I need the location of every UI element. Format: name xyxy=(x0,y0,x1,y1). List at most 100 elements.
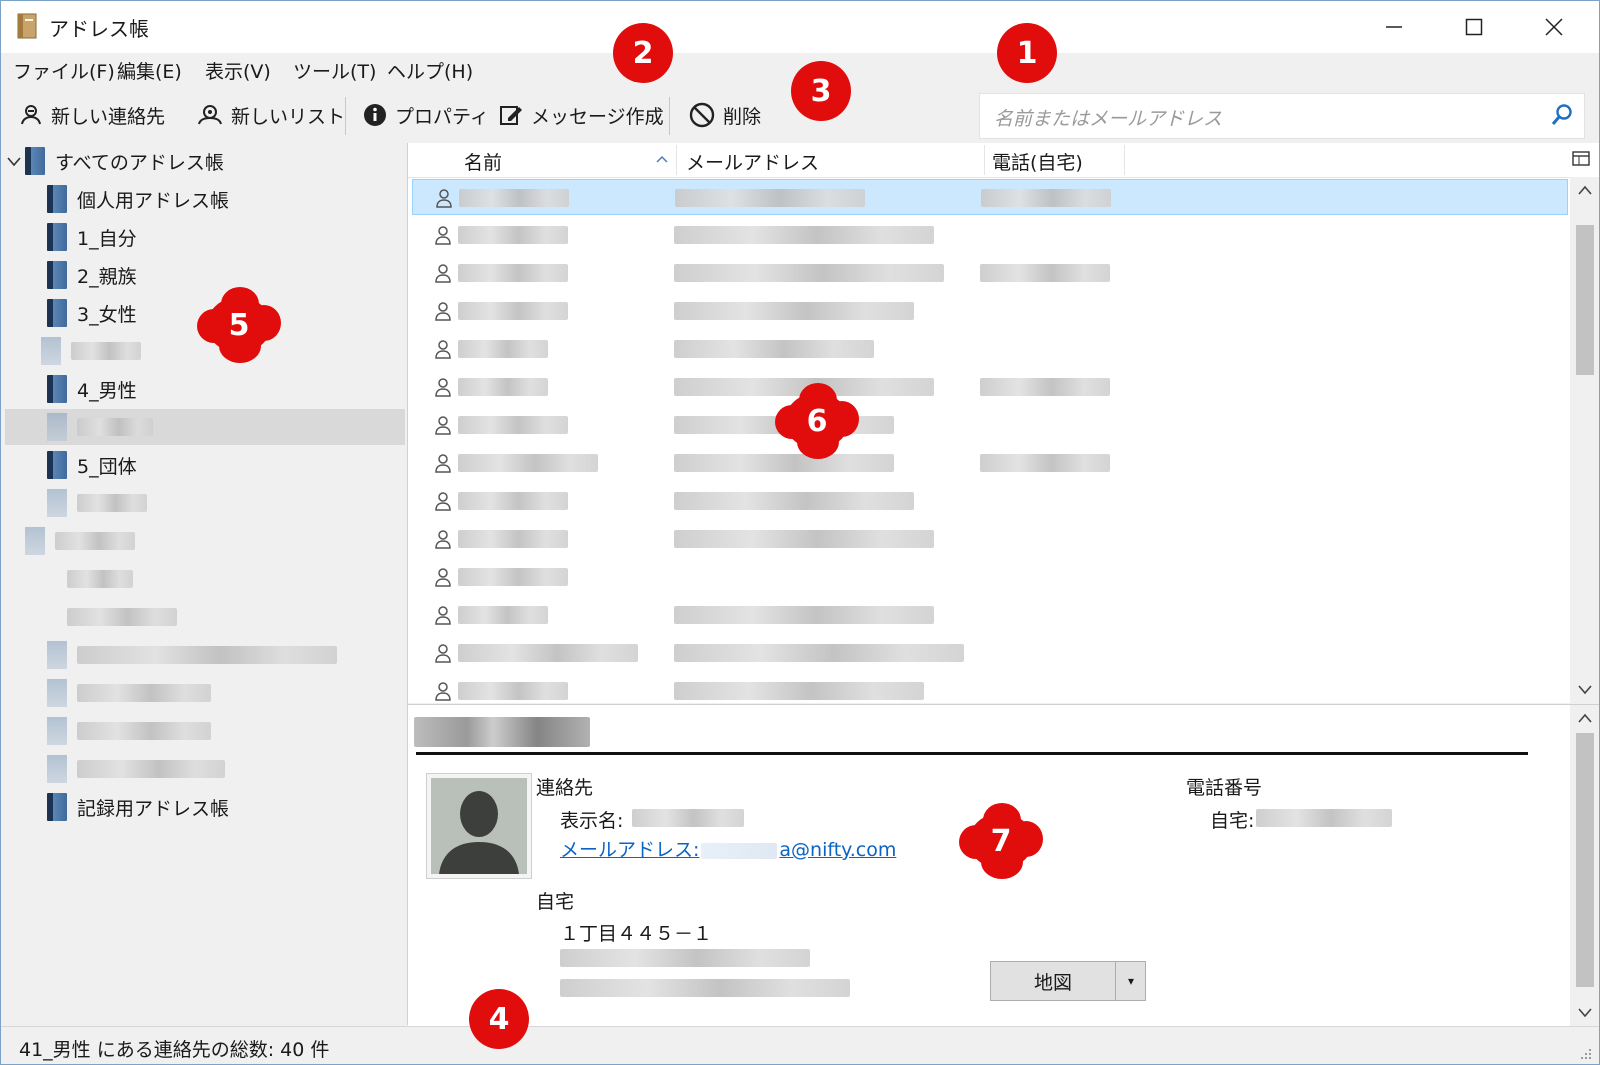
search-box[interactable]: 名前またはメールアドレス xyxy=(979,93,1585,139)
tree-item-blurred[interactable] xyxy=(41,333,141,369)
address-book-icon xyxy=(47,299,67,327)
contact-row[interactable] xyxy=(412,293,1568,329)
contact-row[interactable] xyxy=(412,407,1568,443)
scrollbar-thumb[interactable] xyxy=(1576,733,1594,987)
contact-row[interactable] xyxy=(412,521,1568,557)
list-scrollbar[interactable] xyxy=(1570,177,1599,703)
tree-item-family[interactable]: 2_親族 xyxy=(47,257,137,293)
compose-button[interactable]: メッセージ作成 xyxy=(499,99,664,131)
menu-tools[interactable]: ツール(T) xyxy=(293,57,376,84)
sort-ascending-icon xyxy=(656,155,668,163)
tree-item-male[interactable]: 4_男性 xyxy=(47,371,137,407)
menu-view[interactable]: 表示(V) xyxy=(205,57,271,84)
contact-person-icon xyxy=(435,606,451,625)
menu-help[interactable]: ヘルプ(H) xyxy=(387,57,473,84)
new-contact-icon xyxy=(21,105,41,125)
chevron-up-icon[interactable] xyxy=(1578,713,1592,723)
contact-row[interactable] xyxy=(412,559,1568,595)
column-header-email[interactable]: メールアドレス xyxy=(686,148,819,175)
resize-grip-icon[interactable] xyxy=(1579,1047,1593,1061)
address-book-icon xyxy=(47,223,67,251)
menu-edit[interactable]: 編集(E) xyxy=(117,57,182,84)
tree-item-self[interactable]: 1_自分 xyxy=(47,219,137,255)
contact-row[interactable] xyxy=(412,255,1568,291)
new-contact-button[interactable]: 新しい連絡先 xyxy=(19,99,165,131)
redacted-phone xyxy=(980,264,1110,282)
contact-person-icon xyxy=(435,340,451,359)
tree-item-blurred[interactable] xyxy=(47,713,211,749)
redacted-email-part xyxy=(701,842,778,859)
redacted-name xyxy=(458,340,548,358)
tree-root-label: すべてのアドレス帳 xyxy=(55,151,224,174)
chevron-down-icon[interactable] xyxy=(1578,685,1592,695)
callout-4: 4 xyxy=(469,989,529,1049)
chevron-up-icon[interactable] xyxy=(1578,185,1592,195)
minimize-button[interactable] xyxy=(1359,1,1429,53)
maximize-button[interactable] xyxy=(1439,1,1509,53)
tree-item-blurred[interactable] xyxy=(47,675,211,711)
callout-5-number: 5 xyxy=(228,307,250,343)
details-scrollbar[interactable] xyxy=(1570,705,1599,1026)
callout-6: 6 xyxy=(775,383,859,459)
map-split-button[interactable]: 地図 ▾ xyxy=(990,961,1146,1001)
tree-root-all[interactable]: すべてのアドレス帳 xyxy=(7,143,224,179)
redacted-email xyxy=(675,189,865,207)
tree-item-blurred[interactable] xyxy=(67,561,133,597)
redacted-name xyxy=(458,568,568,586)
redacted-name xyxy=(458,492,568,510)
email-link[interactable]: メールアドレス: a@nifty.com xyxy=(560,835,896,862)
contact-row[interactable] xyxy=(412,445,1568,481)
redacted-label xyxy=(67,608,177,626)
search-icon[interactable] xyxy=(1550,103,1574,127)
properties-button[interactable]: プロパティ xyxy=(363,99,489,131)
column-header-name[interactable]: 名前 xyxy=(464,148,502,175)
new-list-button[interactable]: 新しいリスト xyxy=(197,99,345,131)
redacted-home-phone xyxy=(1256,809,1392,827)
phone-section-heading: 電話番号 xyxy=(1186,777,1263,799)
chevron-down-icon[interactable] xyxy=(1578,1008,1592,1018)
tree-item-label: 記録用アドレス帳 xyxy=(77,797,230,820)
address-book-app-icon xyxy=(17,13,37,39)
email-domain: a@nifty.com xyxy=(779,839,897,861)
tree-item-selected[interactable] xyxy=(5,409,405,445)
callout-6-number: 6 xyxy=(806,403,828,439)
info-icon xyxy=(364,104,386,126)
contact-person-icon xyxy=(436,189,452,208)
contact-row[interactable] xyxy=(412,179,1568,215)
contact-row[interactable] xyxy=(412,331,1568,367)
column-picker-icon[interactable] xyxy=(1572,150,1590,168)
tree-item-blurred[interactable] xyxy=(47,485,147,521)
tree-item-blurred[interactable] xyxy=(47,637,337,673)
redacted-name xyxy=(458,416,568,434)
tree-item-female[interactable]: 3_女性 xyxy=(47,295,137,331)
redacted-label xyxy=(77,418,153,436)
properties-label: プロパティ xyxy=(395,105,489,128)
tree-item-groups[interactable]: 5_団体 xyxy=(47,447,137,483)
contact-row[interactable] xyxy=(412,369,1568,405)
contact-row[interactable] xyxy=(412,597,1568,633)
contact-row[interactable] xyxy=(412,483,1568,519)
delete-button[interactable]: 削除 xyxy=(689,99,761,131)
redacted-name xyxy=(459,189,569,207)
home-phone-label: 自宅: xyxy=(1210,810,1255,832)
tree-item-blurred[interactable] xyxy=(25,523,135,559)
tree-item-blurred[interactable] xyxy=(47,751,225,787)
redacted-label xyxy=(71,342,141,360)
tree-item-blurred[interactable] xyxy=(67,599,177,635)
tree-item-archive[interactable]: 記録用アドレス帳 xyxy=(47,789,229,825)
scrollbar-thumb[interactable] xyxy=(1576,225,1594,375)
contact-row[interactable] xyxy=(412,635,1568,671)
redacted-name xyxy=(458,682,568,700)
column-header-home-phone[interactable]: 電話(自宅) xyxy=(992,148,1083,175)
map-button[interactable]: 地図 xyxy=(991,962,1116,1000)
tree-item-personal[interactable]: 個人用アドレス帳 xyxy=(47,181,229,217)
close-button[interactable] xyxy=(1519,1,1589,53)
contact-row[interactable] xyxy=(412,217,1568,253)
menu-file[interactable]: ファイル(F) xyxy=(13,57,115,84)
map-dropdown-icon[interactable]: ▾ xyxy=(1117,962,1145,1000)
tree-item-label: 3_女性 xyxy=(77,303,137,326)
chevron-down-icon[interactable] xyxy=(7,154,21,168)
new-list-label: 新しいリスト xyxy=(231,105,346,128)
redacted-name xyxy=(458,606,548,624)
contact-person-icon xyxy=(435,416,451,435)
